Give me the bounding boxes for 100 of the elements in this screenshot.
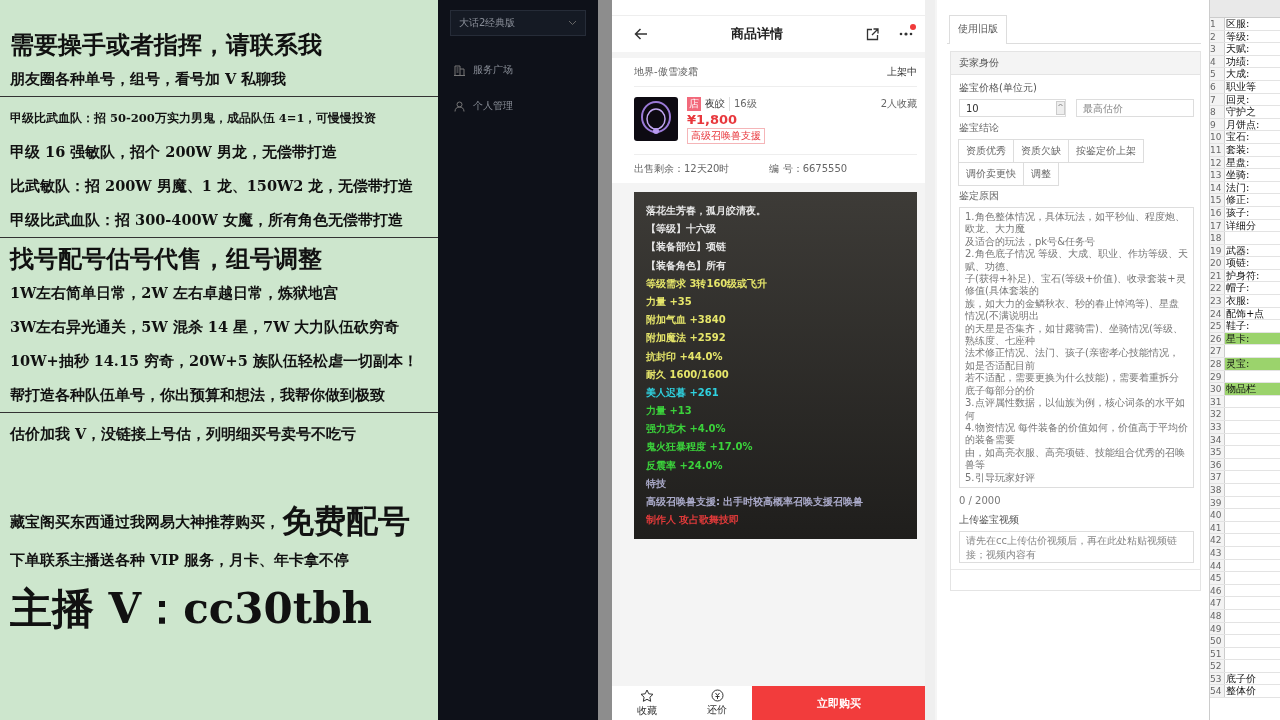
table-cell: 坐骑: [1225, 169, 1250, 181]
field-label: 上传鉴宝视频 [959, 512, 1020, 527]
promo-text: 藏宝阁买东西通过我网易大神推荐购买， [10, 512, 280, 532]
row-number: 22 [1210, 282, 1225, 295]
attribute-line: 反震率 +24.0% [646, 458, 724, 473]
conclusion-option[interactable]: 按鉴定价上架 [1068, 139, 1144, 163]
attribute-line: 鬼火狂暴程度 +17.0% [646, 440, 754, 455]
row-number: 18 [1210, 232, 1225, 244]
promo-text: 1W左右简单日常，2W 左右卓越日常，炼狱地宫 [10, 283, 338, 303]
row-number: 40 [1210, 509, 1225, 521]
table-cell: 等级: [1225, 30, 1250, 43]
character-counter: 0 / 2000 [959, 494, 1002, 506]
table-cell: 整体价 [1225, 685, 1256, 698]
promo-text: 甲级 16 强敏队，招个 200W 男龙，无偿带打造 [10, 142, 337, 162]
table-cell: 修正: [1225, 194, 1250, 206]
attribute-line: 等级需求 3转160级或飞升 [646, 276, 769, 291]
attribute-line: 【装备部位】项链 [646, 240, 727, 255]
field-label: 鉴宝结论 [959, 121, 1000, 135]
page-title: 商品详情 [730, 25, 784, 43]
listing-status: 上架中 [887, 65, 917, 79]
attribute-line: 耐久 1600/1600 [646, 367, 730, 382]
attribute-line: 落花生芳春，孤月皎清夜。 [646, 204, 767, 218]
promo-text: 比武敏队：招 200W 男魔、1 龙、150W2 龙，无偿带打造 [10, 176, 414, 196]
promo-text: 下单联系主播送各种 VIP 服务，月卡、年卡拿不停 [10, 550, 350, 570]
table-cell: 详细分 [1225, 219, 1256, 232]
back-arrow-icon[interactable] [634, 28, 648, 40]
attribute-line: 【等级】十六级 [646, 222, 717, 237]
conclusion-option[interactable]: 调整 [1023, 162, 1059, 186]
serial-number: 编 号：6675550 [769, 162, 848, 176]
building-icon [454, 64, 465, 76]
share-icon[interactable] [866, 27, 879, 41]
attribute-line: 【装备角色】所有 [646, 258, 727, 273]
table-cell: 物品栏 [1225, 383, 1256, 395]
table-cell: 法门: [1225, 181, 1250, 194]
table-cell: 底子价 [1225, 672, 1256, 685]
row-number: 35 [1210, 446, 1225, 458]
video-link-input[interactable]: 请先在cc上传估价视频后，再在此处粘贴视频链接；视频内容有 [959, 530, 1194, 563]
more-icon[interactable] [899, 32, 913, 36]
chevron-down-icon [568, 20, 577, 26]
attribute-line: 附加气血 +3840 [646, 313, 727, 328]
sidebar-item[interactable]: 个人管理 [450, 92, 586, 120]
row-number: 8 [1210, 106, 1225, 118]
buy-now-button[interactable]: 立即购买 [752, 686, 925, 720]
spinner-icon [1056, 101, 1065, 115]
row-number: 10 [1210, 131, 1225, 143]
tab[interactable]: 使用旧版 [949, 15, 1007, 44]
table-cell: 大成: [1225, 68, 1250, 80]
promo-text: 朋友圈各种单号，组号，看号加 V 私聊我 [10, 69, 287, 89]
section-header: 卖家身份 [951, 52, 1200, 75]
attribute-line: 特技 [646, 476, 667, 491]
promo-heading: 找号配号估号代售，组号调整 [10, 243, 322, 275]
table-cell: 天赋: [1225, 43, 1250, 55]
user-icon [454, 100, 465, 112]
shop-badge: 店 [687, 97, 701, 111]
conclusion-option[interactable]: 调价卖更快 [958, 162, 1024, 186]
row-number: 20 [1210, 257, 1225, 269]
coin-icon [710, 689, 724, 702]
promo-text: 帮打造各种队伍单号，你出预算和想法，我帮你做到极致 [10, 385, 385, 405]
row-number: 13 [1210, 169, 1225, 181]
table-cell: 套装: [1225, 143, 1250, 156]
attribute-line: 制作人 攻占歌舞技即 [646, 513, 741, 528]
item-name: 夜皎 [705, 97, 725, 111]
streamer-contact: 主播 V：cc30tbh [10, 583, 373, 635]
table-cell: 月饼点: [1225, 118, 1260, 131]
table-cell: 孩子: [1225, 206, 1250, 219]
promo-text: 3W左右异光通关，5W 混杀 14 星，7W 大力队伍砍穷奇 [10, 317, 400, 337]
row-number: 37 [1210, 471, 1225, 483]
table-cell: 鞋子: [1225, 320, 1250, 332]
row-number: 3 [1210, 43, 1225, 55]
attribute-line: 美人迟暮 +261 [646, 385, 720, 400]
table-cell: 衣服: [1225, 295, 1250, 307]
row-number: 25 [1210, 320, 1225, 332]
table-cell: 守护之 [1225, 106, 1256, 118]
promo-text: 估价加我 V，没链接上号估，列明细买号卖号不吃亏 [10, 424, 357, 444]
sidebar-item[interactable]: 服务广场 [450, 56, 586, 84]
max-estimate-input[interactable]: 最高估价 [1076, 99, 1194, 117]
item-price: ¥1,800 [687, 112, 738, 127]
row-number: 15 [1210, 194, 1225, 206]
row-number: 1 [1210, 18, 1225, 30]
promo-highlight: 免费配号 [282, 501, 410, 542]
table-cell: 功绩: [1225, 55, 1250, 68]
version-dropdown[interactable]: 大话2经典版 [450, 10, 586, 36]
table-cell: 灵宝: [1225, 358, 1250, 370]
table-cell: 星盘: [1225, 156, 1250, 169]
item-level: 16级 [729, 97, 757, 111]
row-number: 28 [1210, 358, 1225, 370]
reason-textarea[interactable]: 1.角色整体情况，具体玩法，如平秒仙、程度炮、欧龙、大力魔 及适合的玩法，pk号&任务号 2.角色底子情况 等级、大成、职业、作坊等级、天赋、功德、 子(获得+补足)、宝石(等级+价值)、收录套装+灵修值(具体套装的 族，如大力的金鳞秋衣、秒的春止悼鸿等)、星盘情况(不满说明出 的天星是否集齐，如甘露骑雷)、坐骑情况(等级、熟练度、七座种 法术修正情况、法门、孩子(亲密孝心技能情况，如是否适配目前 若不适配，需要更换为什么技能)，需要着重拆分底子每部分的价 3.点评属性数据，以仙族为例，核心词条的水平如何 4.物资情况 每件装备的价值如何，价值高于平均价的装备需要 由，如高亮衣服、高亮项链、技能组合优秀的召唤兽等 5.引导玩家好评 [959, 207, 1194, 488]
price-input[interactable]: 10 [959, 99, 1066, 117]
row-number: 42 [1210, 534, 1225, 546]
row-number: 23 [1210, 295, 1225, 307]
conclusion-option[interactable]: 资质优秀 [958, 139, 1014, 163]
table-cell: 项链: [1225, 257, 1250, 269]
item-tag: 高级召唤兽支援 [687, 128, 765, 144]
table-cell: 帽子: [1225, 282, 1250, 295]
promo-text: 甲级比武血队：招 300-400W 女魔，所有角色无偿带打造 [10, 210, 403, 230]
conclusion-option[interactable]: 资质欠缺 [1013, 139, 1069, 163]
attribute-line: 力量 +13 [646, 404, 693, 419]
table-cell: 宝石: [1225, 131, 1250, 143]
row-number: 5 [1210, 68, 1225, 80]
table-cell: 区服: [1225, 18, 1250, 30]
